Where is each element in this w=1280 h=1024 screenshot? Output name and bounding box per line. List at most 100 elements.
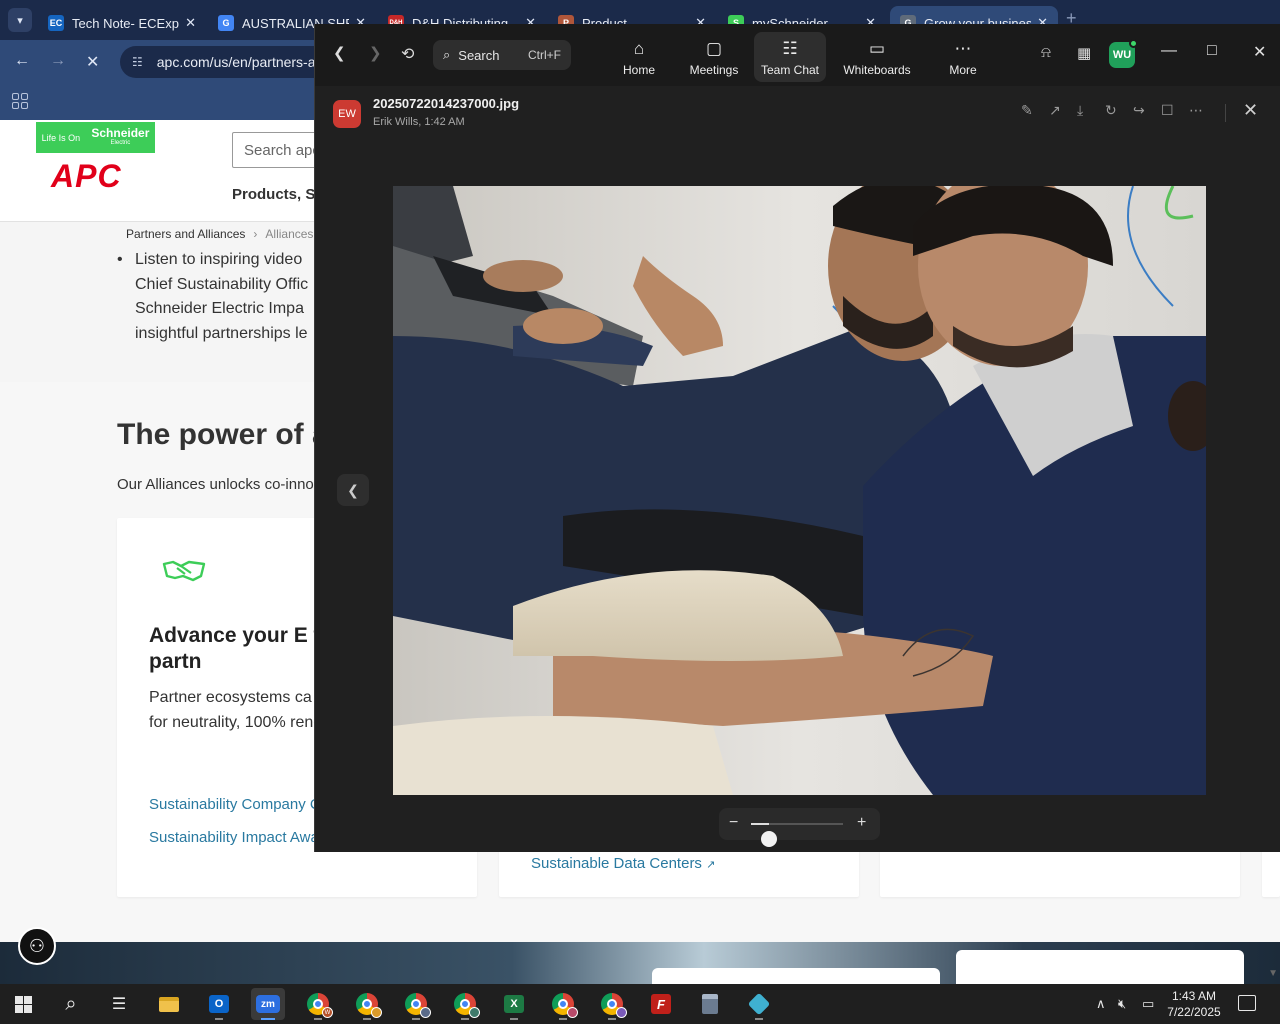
zoom-window: ❮ ❯ ⟲ ⌕ Search Ctrl+F ⌂ Home ▢ Meetings … xyxy=(314,24,1280,852)
section-title: The power of a xyxy=(117,418,329,451)
zoom-slider-fill xyxy=(751,823,769,825)
windows-start-icon[interactable] xyxy=(6,988,40,1020)
speaker-muted-icon[interactable]: 🔇︎ xyxy=(1118,996,1126,1012)
more-options-icon[interactable]: ⋯ xyxy=(1189,102,1203,119)
breadcrumb-partners[interactable]: Partners and Alliances xyxy=(126,227,245,241)
handshake-icon xyxy=(162,560,206,582)
zoom-tab-more[interactable]: ⋯ More xyxy=(927,32,999,82)
presence-dot xyxy=(1129,39,1138,48)
tab-search-chevron-icon[interactable]: ▾ xyxy=(8,8,32,32)
chrome-profile-6-icon[interactable] xyxy=(595,988,629,1020)
zoom-slider-knob[interactable] xyxy=(761,831,777,847)
sustainable-data-centers-link[interactable]: Sustainable Data Centers ↗ xyxy=(531,855,715,872)
outlook-icon[interactable]: O xyxy=(202,988,236,1020)
share-forward-icon[interactable]: ↪ xyxy=(1133,102,1145,119)
chrome-profile-5-icon[interactable] xyxy=(546,988,580,1020)
home-icon: ⌂ xyxy=(633,39,645,58)
user-avatar[interactable]: WU xyxy=(1109,39,1138,68)
browser-tab-tech-note[interactable]: EC Tech Note- ECExpr ✕ xyxy=(38,6,206,40)
breadcrumb: Partners and Alliances › Alliances xyxy=(126,227,313,241)
apps-grid-icon[interactable] xyxy=(12,93,28,109)
zoom-back-icon[interactable]: ❮ xyxy=(333,44,346,62)
file-explorer-icon[interactable] xyxy=(152,988,186,1020)
whiteboard-icon: ▭ xyxy=(868,39,886,58)
search-label: Search xyxy=(458,47,500,63)
logo-brand: Schneider Electric xyxy=(91,125,150,146)
search-magnifier-icon[interactable]: ⌕ xyxy=(54,988,88,1020)
tab-label: Meetings xyxy=(689,63,739,77)
search-icon: ⌕ xyxy=(443,47,451,62)
zoom-slider-track[interactable] xyxy=(751,823,843,847)
notification-center-icon[interactable] xyxy=(1238,995,1256,1011)
search-shortcut: Ctrl+F xyxy=(528,48,561,62)
tab-label: Whiteboards xyxy=(843,63,911,77)
bullet-dot-icon: • xyxy=(117,251,123,268)
video-camera-icon: ▢ xyxy=(705,39,723,58)
previous-image-chevron-icon[interactable]: ❮ xyxy=(337,474,369,506)
zoom-tab-team-chat[interactable]: ☷ Team Chat xyxy=(754,32,826,82)
image-filename: 20250722014237000.jpg xyxy=(373,96,520,111)
system-clock[interactable]: 1:43 AM 7/22/2025 xyxy=(1164,988,1224,1020)
forward-arrow-icon[interactable]: → xyxy=(50,52,66,70)
chrome-profile-w-icon[interactable]: W xyxy=(301,988,335,1020)
clock-date: 7/22/2025 xyxy=(1167,1005,1221,1019)
filezilla-icon[interactable]: F xyxy=(644,988,678,1020)
banner-card xyxy=(956,950,1244,984)
tray-chevron-up-icon[interactable]: ∧ xyxy=(1096,996,1106,1012)
photo-illustration xyxy=(393,186,1206,795)
open-external-icon[interactable]: ↗ xyxy=(1049,102,1061,119)
network-icon[interactable]: ▭ xyxy=(1142,996,1154,1012)
sustainability-company-link[interactable]: Sustainability Company C xyxy=(149,796,321,813)
sustainability-impact-link[interactable]: Sustainability Impact Awa xyxy=(149,829,319,846)
header-divider xyxy=(1225,104,1226,122)
close-window-icon[interactable]: ✕ xyxy=(1253,42,1266,62)
excel-icon[interactable]: X xyxy=(497,988,531,1020)
zoom-forward-icon[interactable]: ❯ xyxy=(369,44,382,62)
zoom-search-field[interactable]: ⌕ Search Ctrl+F xyxy=(433,40,571,70)
site-info-icon[interactable]: ☷ xyxy=(132,55,143,69)
site-nav-products[interactable]: Products, S xyxy=(232,186,315,203)
chrome-profile-4-icon[interactable] xyxy=(448,988,482,1020)
bookmark-icon[interactable]: ☐ xyxy=(1161,102,1174,119)
chrome-profile-3-icon[interactable] xyxy=(399,988,433,1020)
promo-banner xyxy=(0,942,1280,984)
schneider-logo[interactable]: Life Is On Schneider Electric xyxy=(36,122,155,153)
zoom-tab-meetings[interactable]: ▢ Meetings xyxy=(678,32,750,82)
zoom-tab-whiteboards[interactable]: ▭ Whiteboards xyxy=(835,32,919,82)
chat-bubbles-icon: ☷ xyxy=(782,39,798,58)
back-arrow-icon[interactable]: ← xyxy=(14,52,30,70)
apc-logo[interactable]: APC xyxy=(51,158,122,195)
tab-label: More xyxy=(949,63,977,77)
tab-label: Home xyxy=(622,63,655,77)
stop-loading-icon[interactable]: ✕ xyxy=(86,52,99,72)
minimize-icon[interactable]: — xyxy=(1161,42,1177,60)
accessibility-icon[interactable]: ⚇ xyxy=(18,927,56,965)
zoom-tab-home[interactable]: ⌂ Home xyxy=(603,32,675,82)
zoom-app-icon[interactable]: zm xyxy=(251,988,285,1020)
edit-pencil-icon[interactable]: ✎ xyxy=(1021,102,1033,119)
url-text: apc.com/us/en/partners-a xyxy=(156,54,316,70)
history-clock-icon[interactable]: ⟲ xyxy=(401,44,414,64)
windows-taskbar: ⌕ ☰ O zm W X F ∧ 🔇︎ ▭ 1:43 AM 7/22/2025 xyxy=(0,984,1280,1024)
rotate-icon[interactable]: ↻ xyxy=(1105,102,1117,119)
clock-time: 1:43 AM xyxy=(1171,989,1217,1003)
zoom-in-plus-icon[interactable]: + xyxy=(857,814,866,832)
zoom-out-minus-icon[interactable]: − xyxy=(729,814,738,832)
banner-card xyxy=(652,968,940,984)
maximize-icon[interactable]: □ xyxy=(1207,42,1217,60)
task-view-icon[interactable]: ☰ xyxy=(102,988,136,1020)
external-link-icon: ↗ xyxy=(706,859,716,871)
scroll-down-arrow-icon[interactable]: ▼ xyxy=(1268,968,1278,979)
calculator-icon[interactable] xyxy=(693,988,727,1020)
download-icon[interactable]: ⤓ xyxy=(1077,102,1083,119)
sender-avatar: EW xyxy=(333,100,361,128)
google-favicon-icon: G xyxy=(218,15,234,31)
notification-bell-icon[interactable]: ⍾ xyxy=(1041,44,1051,61)
more-dots-icon: ⋯ xyxy=(954,39,972,58)
chrome-profile-2-icon[interactable] xyxy=(350,988,384,1020)
app-diamond-icon[interactable] xyxy=(742,988,776,1020)
close-tab-icon[interactable]: ✕ xyxy=(185,15,196,31)
breadcrumb-chevron-icon: › xyxy=(253,227,258,241)
close-viewer-icon[interactable]: ✕ xyxy=(1243,100,1258,121)
calendar-icon[interactable]: ▦ xyxy=(1077,44,1091,62)
